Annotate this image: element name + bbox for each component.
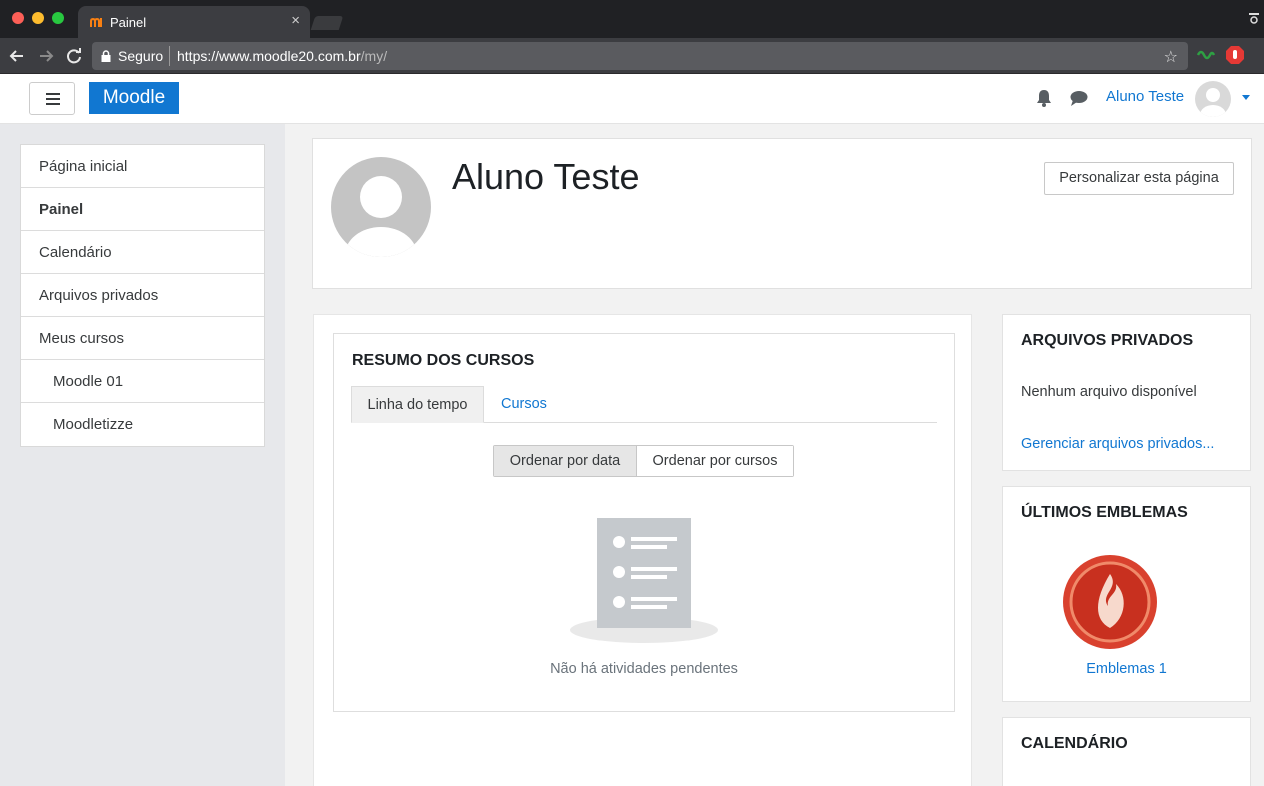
- url-path: /my/: [360, 48, 388, 64]
- course-overview-block: RESUMO DOS CURSOS Linha do tempo Cursos …: [333, 333, 955, 712]
- nav-drawer: Página inicial Painel Calendário Arquivo…: [0, 124, 285, 786]
- notification-bell-icon[interactable]: [1035, 89, 1053, 107]
- private-files-block: ARQUIVOS PRIVADOS Nenhum arquivo disponí…: [1002, 314, 1251, 471]
- browser-titlebar: Painel ×: [0, 0, 1264, 38]
- page-title: Aluno Teste: [452, 156, 640, 197]
- sort-button-group: Ordenar por data Ordenar por cursos: [493, 445, 794, 477]
- profile-avatar: [331, 157, 431, 257]
- messages-icon[interactable]: [1069, 90, 1088, 107]
- address-bar[interactable]: Seguro https://www.moodle20.com.br/my/ ☆: [92, 42, 1188, 70]
- moodle-brand-link[interactable]: Moodle: [89, 82, 179, 114]
- latest-badges-block: ÚLTIMOS EMBLEMAS Emblemas 1: [1002, 486, 1251, 702]
- extension-icon[interactable]: [1196, 45, 1216, 65]
- adblock-extension-icon[interactable]: [1225, 45, 1245, 65]
- drawer-nav-list: Página inicial Painel Calendário Arquivo…: [20, 144, 265, 447]
- drawer-item-private-files[interactable]: Arquivos privados: [21, 274, 264, 317]
- drawer-item-my-courses[interactable]: Meus cursos: [21, 317, 264, 360]
- reload-icon[interactable]: [64, 46, 84, 66]
- user-avatar[interactable]: [1195, 81, 1231, 117]
- flame-badge-icon[interactable]: [1062, 554, 1158, 650]
- secure-label: Seguro: [118, 48, 164, 64]
- tab-title: Painel: [110, 15, 147, 30]
- drawer-item-home[interactable]: Página inicial: [21, 145, 264, 188]
- close-window-button[interactable]: [12, 12, 24, 24]
- new-tab-button[interactable]: [310, 16, 344, 30]
- main-content: RESUMO DOS CURSOS Linha do tempo Cursos …: [313, 314, 972, 786]
- moodle-navbar: Moodle Aluno Teste: [0, 74, 1264, 124]
- calendar-title: CALENDÁRIO: [1021, 735, 1128, 752]
- private-files-empty-text: Nenhum arquivo disponível: [1021, 384, 1197, 400]
- url-text[interactable]: https://www.moodle20.com.br/my/: [177, 48, 387, 64]
- user-menu-caret-icon[interactable]: [1242, 95, 1250, 100]
- maximize-window-button[interactable]: [52, 12, 64, 24]
- empty-activities-icon: [570, 518, 718, 643]
- private-files-title: ARQUIVOS PRIVADOS: [1021, 332, 1194, 349]
- back-icon[interactable]: [7, 46, 27, 66]
- minimize-window-button[interactable]: [32, 12, 44, 24]
- url-divider: [169, 46, 170, 66]
- empty-activities-text: Não há atividades pendentes: [550, 661, 738, 677]
- page-header: Aluno Teste Personalizar esta página: [312, 138, 1252, 289]
- drawer-toggle-button[interactable]: [29, 82, 75, 115]
- drawer-item-course-moodletizze[interactable]: Moodletizze: [21, 403, 264, 446]
- hamburger-icon: [46, 93, 60, 95]
- sort-by-courses-button[interactable]: Ordenar por cursos: [637, 446, 793, 476]
- latest-badges-title: ÚLTIMOS EMBLEMAS: [1021, 504, 1188, 521]
- moodle-favicon-icon: [90, 17, 102, 27]
- browser-menu-icon[interactable]: [1248, 10, 1260, 28]
- tab-timeline[interactable]: Linha do tempo: [351, 386, 484, 423]
- lock-icon: [101, 50, 111, 62]
- customize-page-button[interactable]: Personalizar esta página: [1044, 162, 1234, 195]
- forward-icon[interactable]: [36, 46, 56, 66]
- user-menu-name[interactable]: Aluno Teste: [1106, 88, 1184, 105]
- browser-toolbar: Seguro https://www.moodle20.com.br/my/ ☆: [0, 38, 1264, 74]
- sort-by-date-button[interactable]: Ordenar por data: [494, 446, 637, 476]
- drawer-item-calendar[interactable]: Calendário: [21, 231, 264, 274]
- bookmark-star-icon[interactable]: ☆: [1164, 47, 1178, 67]
- calendar-block: CALENDÁRIO: [1002, 717, 1251, 786]
- drawer-item-dashboard[interactable]: Painel: [21, 188, 264, 231]
- tab-close-icon[interactable]: ×: [291, 13, 300, 29]
- tab-courses[interactable]: Cursos: [501, 386, 547, 423]
- course-overview-title: RESUMO DOS CURSOS: [352, 352, 535, 369]
- manage-private-files-link[interactable]: Gerenciar arquivos privados...: [1021, 436, 1214, 452]
- course-overview-tabs: Linha do tempo Cursos: [351, 386, 937, 423]
- url-host: https://www.moodle20.com.br: [177, 48, 361, 64]
- badge-link[interactable]: Emblemas 1: [1003, 661, 1250, 677]
- browser-tab-painel[interactable]: Painel ×: [78, 6, 310, 38]
- drawer-item-course-moodle-01[interactable]: Moodle 01: [21, 360, 264, 403]
